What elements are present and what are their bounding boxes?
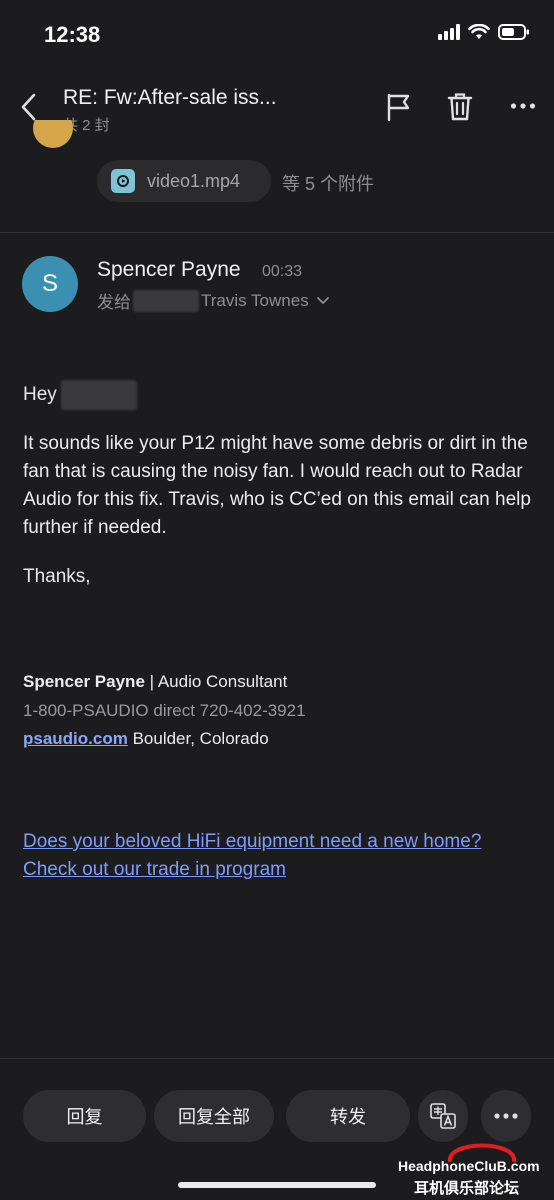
signature-site-line: psaudio.com Boulder, Colorado bbox=[23, 729, 269, 749]
home-indicator bbox=[178, 1182, 376, 1188]
message-closing: Thanks, bbox=[23, 566, 91, 587]
video-file-icon bbox=[111, 169, 135, 193]
sender-avatar[interactable]: S bbox=[22, 256, 78, 312]
signature-name: Spencer Payne bbox=[23, 672, 145, 691]
attachment-name: video1.mp4 bbox=[147, 170, 241, 191]
attachment-chip[interactable]: video1.mp4 bbox=[97, 160, 271, 202]
chevron-down-icon bbox=[316, 296, 329, 304]
signature-role: | Audio Consultant bbox=[144, 672, 288, 691]
watermark-site: HeadphoneCluB.com bbox=[398, 1158, 540, 1174]
signature-name-line: Spencer Payne | Audio Consultant bbox=[23, 672, 287, 692]
cellular-signal-icon bbox=[438, 24, 460, 40]
battery-icon bbox=[498, 24, 529, 40]
trash-icon[interactable] bbox=[447, 92, 473, 122]
more-horizontal-icon bbox=[494, 1113, 518, 1119]
watermark-forum: 耳机俱乐部论坛 bbox=[414, 1180, 520, 1197]
translate-icon bbox=[430, 1103, 456, 1129]
recipients-row[interactable]: 发给 Travis Townes bbox=[97, 288, 329, 313]
greeting: Hey bbox=[23, 380, 139, 410]
signature-location: Boulder, Colorado bbox=[127, 729, 269, 748]
thread-subject: RE: Fw:After-sale iss... bbox=[63, 86, 277, 109]
back-chevron-icon[interactable] bbox=[18, 92, 40, 122]
trade-in-promo-link[interactable]: Does your beloved HiFi equipment need a … bbox=[23, 828, 523, 884]
message-body: It sounds like your P12 might have some … bbox=[23, 433, 531, 538]
message-time: 00:33 bbox=[262, 263, 303, 280]
flag-icon[interactable] bbox=[386, 92, 412, 122]
status-icons bbox=[438, 24, 530, 40]
reply-all-button[interactable]: 回复全部 bbox=[154, 1090, 274, 1142]
forward-button[interactable]: 转发 bbox=[286, 1090, 410, 1142]
redacted-name bbox=[60, 380, 137, 410]
greeting-text: Hey bbox=[23, 384, 57, 405]
recipients-prefix: 发给 bbox=[97, 293, 131, 312]
status-time: 12:38 bbox=[44, 22, 101, 47]
reply-button[interactable]: 回复 bbox=[23, 1090, 146, 1142]
actions-divider bbox=[0, 1058, 554, 1059]
more-attachments-link[interactable]: 等 5 个附件 bbox=[282, 170, 374, 196]
previous-avatar-partial bbox=[33, 120, 73, 150]
sender-name[interactable]: Spencer Payne bbox=[97, 258, 241, 282]
redacted-recipient bbox=[133, 289, 199, 312]
signature-phone: 1-800-PSAUDIO direct 720-402-3921 bbox=[23, 701, 306, 720]
recipient-name: Travis Townes bbox=[201, 290, 309, 310]
more-options-icon[interactable] bbox=[510, 100, 536, 112]
website-link[interactable]: psaudio.com bbox=[23, 729, 128, 748]
message-divider bbox=[0, 232, 554, 233]
wifi-icon bbox=[468, 24, 490, 39]
